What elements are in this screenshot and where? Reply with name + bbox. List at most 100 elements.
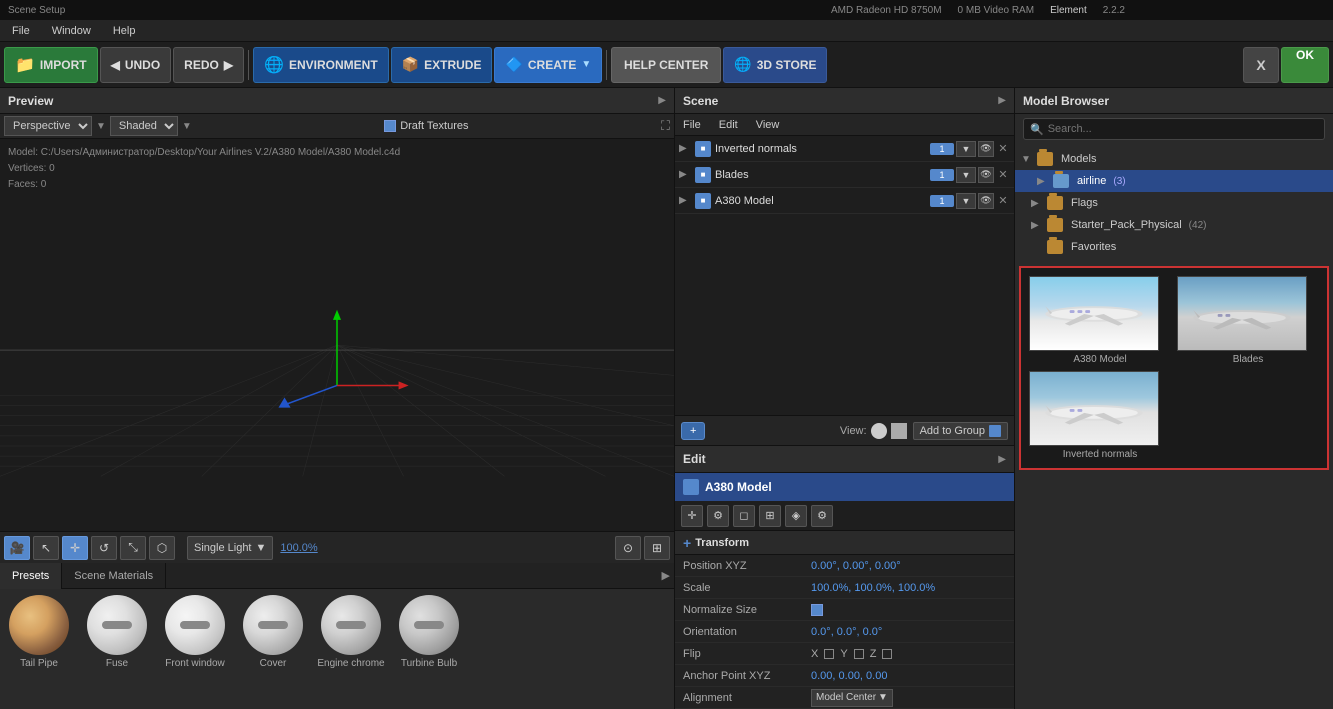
chevron-down-icon: ▼ (96, 121, 106, 132)
shaded-select[interactable]: Shaded (110, 116, 178, 136)
zoom-level[interactable]: 100.0% (280, 542, 317, 554)
tree-item-starter[interactable]: ▶ Starter_Pack_Physical (42) (1015, 214, 1333, 236)
scene-expand-arrow[interactable]: ▶ (998, 95, 1006, 106)
scene-menu-edit[interactable]: Edit (715, 117, 742, 133)
blades-delete[interactable]: ✕ (996, 168, 1010, 181)
blades-eye[interactable]: 👁 (978, 167, 994, 183)
flip-y-checkbox[interactable] (854, 649, 864, 659)
draft-textures-checkbox[interactable] (384, 120, 396, 132)
prop-duplicate-button[interactable]: ⊞ (759, 505, 781, 527)
add-to-group-button[interactable]: Add to Group (913, 422, 1008, 440)
prop-move-button[interactable]: ✛ (681, 505, 703, 527)
edit-expand-arrow[interactable]: ▶ (998, 454, 1006, 465)
undo-button[interactable]: ◀ UNDO (100, 47, 172, 83)
flip-x-checkbox[interactable] (824, 649, 834, 659)
orientation-value[interactable]: 0.0°, 0.0°, 0.0° (811, 626, 882, 638)
menu-window[interactable]: Window (48, 23, 95, 39)
help-button[interactable]: HELP CENTER (611, 47, 721, 83)
view-square-button[interactable] (891, 423, 907, 439)
perspective-select[interactable]: Perspective (4, 116, 92, 136)
material-tail-pipe[interactable]: Tail Pipe (4, 595, 74, 669)
thumb-inverted-normals[interactable]: Inverted normals (1029, 371, 1171, 460)
tree-item-airline[interactable]: ▶ airline (3) (1015, 170, 1333, 192)
flip-z-checkbox[interactable] (882, 649, 892, 659)
viewport-settings-button[interactable]: ⊙ (615, 536, 641, 560)
viewport-layout-button[interactable]: ⊞ (644, 536, 670, 560)
material-fuse[interactable]: Fuse (82, 595, 152, 669)
3d-viewport[interactable]: Model: C:/Users/Администратор/Desktop/Yo… (0, 139, 674, 531)
environment-button[interactable]: 🌐 ENVIRONMENT (253, 47, 389, 83)
store-button[interactable]: 🌐 3D STORE (723, 47, 827, 83)
blades-num[interactable]: 1 (930, 169, 954, 181)
tab-scene-materials[interactable]: Scene Materials (62, 563, 166, 589)
a380-dropdown[interactable]: ▼ (956, 193, 976, 209)
search-input[interactable] (1048, 123, 1318, 135)
a380-delete[interactable]: ✕ (996, 194, 1010, 207)
material-cover[interactable]: Cover (238, 595, 308, 669)
flags-expand-icon[interactable]: ▶ (1031, 198, 1043, 209)
material-engine-chrome[interactable]: Engine chrome (316, 595, 386, 669)
scene-menu-view[interactable]: View (752, 117, 784, 133)
favorites-folder-icon (1047, 240, 1063, 254)
anchor-value[interactable]: 0.00, 0.00, 0.00 (811, 670, 887, 682)
alignment-select[interactable]: Model Center ▼ (811, 689, 893, 707)
preview-expand-arrow[interactable]: ▶ (658, 95, 666, 106)
scene-item-inverted-normals[interactable]: ▶ ■ Inverted normals 1 ▼ 👁 ✕ (675, 136, 1014, 162)
import-button[interactable]: 📁 IMPORT (4, 47, 98, 83)
add-scene-item-button[interactable]: + (681, 422, 705, 440)
light-mode-select[interactable]: Single Light ▼ (187, 536, 273, 560)
material-turbine-bulb[interactable]: Turbine Bulb (394, 595, 464, 669)
scene-item-blades[interactable]: ▶ ■ Blades 1 ▼ 👁 ✕ (675, 162, 1014, 188)
expand-blades-icon[interactable]: ▶ (679, 169, 691, 180)
extrude-button[interactable]: 📦 EXTRUDE (391, 47, 493, 83)
bottom-panel-arrow[interactable]: ▶ (662, 569, 670, 582)
scene-menu-file[interactable]: File (679, 117, 705, 133)
rotate-tool-button[interactable]: ↺ (91, 536, 117, 560)
a380-num[interactable]: 1 (930, 195, 954, 207)
scale-tool-button[interactable]: ⤡ (120, 536, 146, 560)
cancel-button[interactable]: X (1243, 47, 1279, 83)
starter-expand-icon[interactable]: ▶ (1031, 220, 1043, 231)
viewport-expand-icon[interactable]: ⛶ (661, 118, 670, 134)
menu-file[interactable]: File (8, 23, 34, 39)
normalize-checkbox[interactable] (811, 604, 823, 616)
tree-item-favorites[interactable]: Favorites (1015, 236, 1333, 258)
move-tool-button[interactable]: ✛ (62, 536, 88, 560)
create-button[interactable]: 🔷 CREATE ▼ (494, 47, 602, 83)
transform-tool-button[interactable]: ⬡ (149, 536, 175, 560)
expand-inverted-normals-icon[interactable]: ▶ (679, 143, 691, 154)
thumb-a380[interactable]: A380 Model (1029, 276, 1171, 365)
a380-eye[interactable]: 👁 (978, 193, 994, 209)
starter-count: (42) (1189, 220, 1207, 231)
camera-tool-button[interactable]: 🎥 (4, 536, 30, 560)
search-box[interactable]: 🔍 (1023, 118, 1325, 140)
transform-title: Transform (695, 537, 749, 549)
scene-item-a380[interactable]: ▶ ■ A380 Model 1 ▼ 👁 ✕ (675, 188, 1014, 214)
inverted-normals-num[interactable]: 1 (930, 143, 954, 155)
prop-deform-button[interactable]: ◻ (733, 505, 755, 527)
blades-dropdown[interactable]: ▼ (956, 167, 976, 183)
airline-expand-icon[interactable]: ▶ (1037, 176, 1049, 187)
select-tool-button[interactable]: ↖ (33, 536, 59, 560)
thumb-blades[interactable]: Blades (1177, 276, 1319, 365)
ok-button[interactable]: OK (1281, 47, 1329, 83)
material-front-window[interactable]: Front window (160, 595, 230, 669)
inverted-normals-eye[interactable]: 👁 (978, 141, 994, 157)
menu-help[interactable]: Help (109, 23, 140, 39)
prop-morph-button[interactable]: ◈ (785, 505, 807, 527)
inverted-normals-delete[interactable]: ✕ (996, 142, 1010, 155)
expand-a380-icon[interactable]: ▶ (679, 195, 691, 206)
view-circle-button[interactable] (871, 423, 887, 439)
tab-presets[interactable]: Presets (0, 563, 62, 589)
tree-item-models[interactable]: ▼ Models (1015, 148, 1333, 170)
redo-button[interactable]: REDO ▶ (173, 47, 244, 83)
transform-expand-icon[interactable]: + (683, 535, 691, 551)
scale-value[interactable]: 100.0%, 100.0%, 100.0% (811, 582, 935, 594)
models-expand-icon[interactable]: ▼ (1021, 154, 1033, 165)
tree-item-flags[interactable]: ▶ Flags (1015, 192, 1333, 214)
airline-folder-icon (1053, 174, 1069, 188)
inverted-normals-dropdown[interactable]: ▼ (956, 141, 976, 157)
prop-more-button[interactable]: ⚙ (811, 505, 833, 527)
position-value[interactable]: 0.00°, 0.00°, 0.00° (811, 560, 901, 572)
prop-settings-button[interactable]: ⚙ (707, 505, 729, 527)
